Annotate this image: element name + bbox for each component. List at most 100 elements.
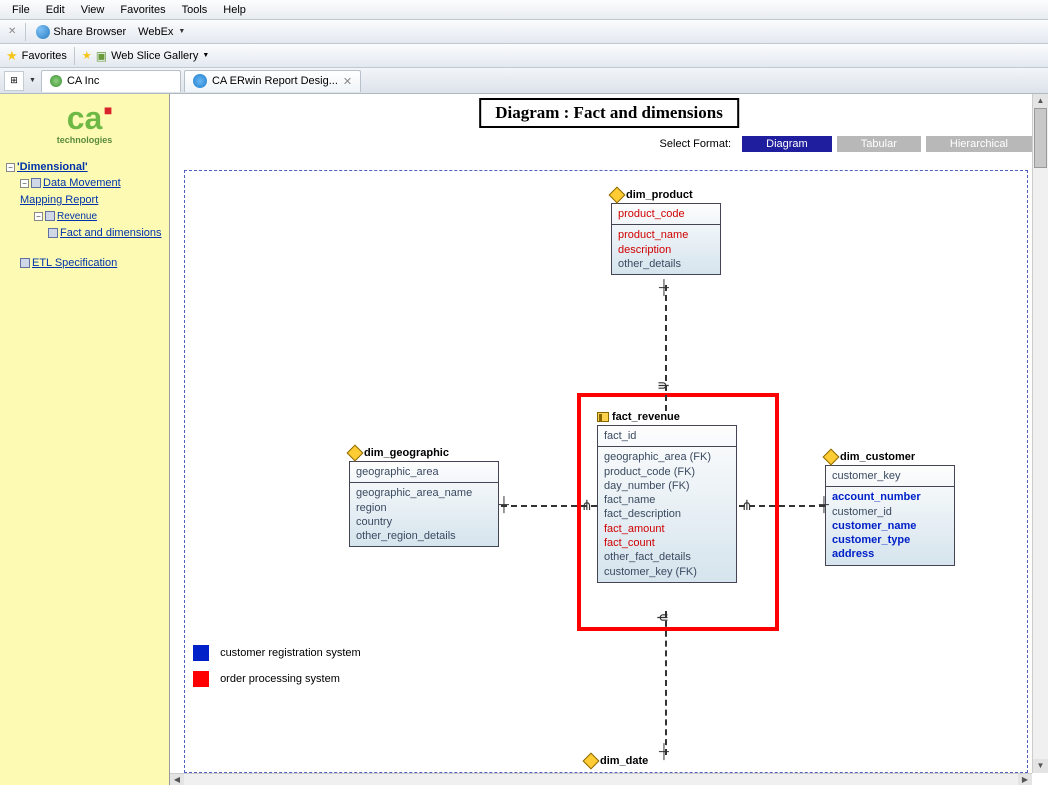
tab-ca-inc[interactable]: CA Inc [41, 70, 181, 92]
tree-etl-spec[interactable]: ETL Specification [32, 257, 117, 269]
collapse-icon[interactable]: − [34, 212, 43, 221]
toolbar-1: ✕ Share Browser WebEx ▼ [0, 20, 1048, 44]
connector [665, 285, 667, 411]
globe-icon [36, 25, 50, 39]
col: product_name [618, 228, 714, 242]
vertical-scrollbar[interactable]: ▲ ▼ [1032, 94, 1048, 773]
share-browser-button[interactable]: Share Browser [31, 24, 131, 40]
globe-icon [50, 75, 62, 87]
entity-dim-geographic[interactable]: dim_geographic geographic_area geographi… [349, 447, 499, 547]
col: account_number [832, 490, 948, 504]
horizontal-scrollbar[interactable]: ◀ ▶ [170, 773, 1032, 785]
web-slice-label[interactable]: Web Slice Gallery [111, 50, 198, 62]
cardinality-many: ⋔ [654, 612, 671, 624]
tab-label: CA ERwin Report Desig... [212, 75, 338, 87]
tab-label: CA Inc [67, 75, 99, 87]
col: address [832, 547, 948, 561]
menu-edit[interactable]: Edit [38, 2, 73, 18]
menu-tools[interactable]: Tools [174, 2, 216, 18]
col: customer_id [832, 505, 948, 519]
legend-swatch-red [193, 671, 209, 687]
legend-swatch-blue [193, 645, 209, 661]
menu-bar: File Edit View Favorites Tools Help [0, 0, 1048, 20]
report-icon [48, 228, 58, 238]
scroll-left-icon[interactable]: ◀ [170, 774, 184, 785]
webex-label: WebEx [138, 26, 173, 38]
col: customer_type [832, 533, 948, 547]
sidebar: ca■ technologies −'Dimensional' −Data Mo… [0, 94, 170, 785]
cardinality-one: ┼ [659, 279, 669, 295]
dimension-icon [583, 753, 600, 770]
close-tab-icon[interactable]: ✕ [343, 75, 352, 88]
col: country [356, 515, 492, 529]
close-icon[interactable]: ✕ [4, 26, 20, 37]
collapse-icon[interactable]: − [6, 163, 15, 172]
col: geographic_area_name [356, 486, 492, 500]
dimension-icon [347, 445, 364, 462]
quick-tabs-button[interactable]: ⊞ [4, 71, 24, 91]
webex-button[interactable]: WebEx ▼ [133, 25, 190, 39]
col: description [618, 243, 714, 257]
entity-title: dim_customer [840, 451, 915, 463]
content-area: Diagram : Fact and dimensions Select For… [170, 94, 1048, 785]
col: other_details [618, 257, 714, 271]
legend: customer registration system order proce… [193, 645, 361, 697]
cardinality-many: ⋔ [581, 497, 593, 514]
star-small-icon[interactable]: ★ [82, 49, 92, 62]
report-icon [20, 258, 30, 268]
entity-dim-customer[interactable]: dim_customer customer_key account_number… [825, 451, 955, 566]
cardinality-many: ⋔ [654, 380, 671, 392]
entity-dim-product[interactable]: dim_product product_code product_name de… [611, 189, 721, 275]
format-selector: Select Format: Diagram Tabular Hierarchi… [170, 136, 1032, 152]
page-title: Diagram : Fact and dimensions [479, 98, 739, 128]
cardinality-one: ┼ [659, 743, 669, 759]
tree-fact-dimensions[interactable]: Fact and dimensions [60, 227, 162, 239]
feed-icon[interactable]: ▣ [96, 49, 107, 63]
cardinality-one: ┼ [819, 496, 829, 512]
nav-tree: −'Dimensional' −Data Movement Mapping Re… [6, 159, 163, 272]
scroll-right-icon[interactable]: ▶ [1018, 774, 1032, 785]
scroll-down-icon[interactable]: ▼ [1033, 759, 1048, 773]
col: region [356, 501, 492, 515]
tab-bar: ⊞ ▼ CA Inc CA ERwin Report Desig... ✕ [0, 68, 1048, 94]
legend-label-blue: customer registration system [220, 647, 361, 659]
col: geographic_area [356, 465, 492, 479]
legend-label-red: order processing system [220, 673, 340, 685]
dimension-icon [823, 449, 840, 466]
entity-title: dim_product [626, 189, 693, 201]
scroll-thumb[interactable] [1034, 108, 1047, 168]
col: other_region_details [356, 529, 492, 543]
collapse-icon[interactable]: − [20, 179, 29, 188]
report-icon [45, 211, 55, 221]
format-hierarchical-button[interactable]: Hierarchical [926, 136, 1032, 152]
ca-logo: ca■ technologies [6, 104, 163, 145]
menu-favorites[interactable]: Favorites [112, 2, 173, 18]
report-icon [31, 178, 41, 188]
dimension-icon [609, 187, 626, 204]
tab-erwin-report[interactable]: CA ERwin Report Desig... ✕ [184, 70, 361, 92]
menu-help[interactable]: Help [215, 2, 254, 18]
chevron-down-icon[interactable]: ▼ [29, 77, 36, 84]
format-tabular-button[interactable]: Tabular [837, 136, 921, 152]
menu-view[interactable]: View [73, 2, 113, 18]
col-product-code: product_code [618, 207, 714, 221]
entity-title: dim_geographic [364, 447, 449, 459]
format-label: Select Format: [660, 138, 732, 150]
diagram-canvas[interactable]: dim_product product_code product_name de… [184, 170, 1028, 773]
connector [665, 611, 667, 755]
favorites-label[interactable]: Favorites [22, 50, 67, 62]
share-browser-label: Share Browser [53, 26, 126, 38]
menu-file[interactable]: File [4, 2, 38, 18]
ie-icon [193, 74, 207, 88]
toolbar-2: ★ Favorites ★ ▣ Web Slice Gallery ▼ [0, 44, 1048, 68]
chevron-down-icon: ▼ [178, 28, 185, 35]
tree-revenue[interactable]: Revenue [57, 211, 97, 222]
entity-dim-date[interactable]: dim_date [585, 755, 725, 769]
cardinality-one: ┼ [499, 496, 509, 512]
logo-subtitle: technologies [6, 135, 163, 145]
format-diagram-button[interactable]: Diagram [742, 136, 832, 152]
cardinality-many: ⋔ [741, 497, 753, 514]
col: customer_key [832, 469, 948, 483]
tree-root[interactable]: 'Dimensional' [17, 161, 88, 173]
scroll-up-icon[interactable]: ▲ [1033, 94, 1048, 108]
